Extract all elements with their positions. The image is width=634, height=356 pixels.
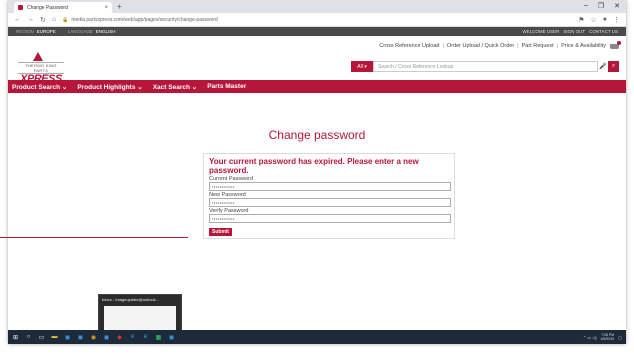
taskbar: ⊞ ○ ▭ ▬ ◼ ◼ ◉ ◼ ◆ e e ▦ ◼ ⌃ ▭ ◁) 7:08 PM… [8, 330, 626, 344]
outlook-icon[interactable]: ◼ [64, 334, 71, 341]
link-price-availability[interactable]: Price & Availability [561, 43, 606, 49]
browser-tab[interactable]: Change Password × [14, 2, 112, 13]
browser-window: Change Password × + – ❐ ✕ ← → ↻ ⌂ 🔒 medi… [8, 0, 626, 344]
url-text: media.partsxpress.com/web/app/pages/secu… [71, 16, 218, 23]
chrome-icon[interactable]: ◉ [90, 334, 97, 341]
change-password-form: Your current password has expired. Pleas… [203, 153, 455, 239]
language-selector[interactable]: ENGLISH [96, 29, 116, 34]
restore-icon[interactable]: ❐ [598, 2, 604, 10]
tab-title: Change Password [27, 4, 68, 11]
edge-icon[interactable]: e [129, 334, 136, 341]
forward-icon[interactable]: → [27, 16, 34, 23]
file-explorer-icon[interactable]: ▬ [51, 334, 58, 341]
reload-icon[interactable]: ↻ [40, 16, 46, 24]
nav-parts-master[interactable]: Parts Master [207, 83, 246, 90]
new-tab-button[interactable]: + [117, 2, 122, 11]
favicon-icon [18, 5, 23, 10]
profile-icon[interactable]: ● [603, 16, 607, 23]
language-label: LANGUAGE [67, 29, 93, 34]
sign-out-link[interactable]: SIGN OUT [563, 29, 585, 34]
region-selector[interactable]: EUROPE [37, 29, 56, 34]
page-title: Change password [268, 128, 366, 142]
app-icon[interactable]: ◼ [168, 334, 175, 341]
contact-link[interactable]: CONTACT US [589, 29, 618, 34]
tray-icons[interactable]: ⌃ ▭ ◁) [583, 335, 597, 340]
link-order-upload[interactable]: Order Upload / Quick Order [447, 43, 514, 49]
app-icon[interactable]: ◆ [116, 334, 123, 341]
logo-mark-icon [33, 42, 43, 61]
page-content: Change password Your current password ha… [8, 92, 626, 328]
utility-bar: REGION EUROPE LANGUAGE ENGLISH WELCOME U… [8, 27, 626, 36]
microphone-icon[interactable]: 🎤 [598, 61, 608, 72]
window-controls: – ❐ ✕ [584, 2, 620, 10]
tab-strip: Change Password × + – ❐ ✕ [8, 0, 626, 13]
bookmark-star-icon[interactable]: ☆ [590, 16, 596, 24]
search-icon: ⌕ [611, 63, 616, 69]
expired-message: Your current password has expired. Pleas… [209, 157, 419, 175]
search-icon[interactable]: ○ [25, 334, 32, 341]
annotation-line [0, 237, 188, 238]
address-bar: ← → ↻ ⌂ 🔒 media.partsxpress.com/web/app/… [8, 13, 626, 27]
app-icon[interactable]: ◼ [77, 334, 84, 341]
user-name: WELCOME USER [522, 29, 560, 34]
link-cross-reference-upload[interactable]: Cross Reference Upload [379, 43, 439, 49]
search-bar: All ▾ Search / Cross Reference Lookup 🎤 … [351, 61, 619, 72]
search-button[interactable]: ⌕ [608, 61, 619, 72]
minimize-icon[interactable]: – [584, 2, 588, 10]
close-tab-icon[interactable]: × [104, 5, 108, 11]
link-part-request[interactable]: Part Request [522, 43, 554, 49]
header-links: Cross Reference Upload | Order Upload / … [379, 43, 606, 49]
nav-xact-search[interactable]: Xact Search ⌄ [153, 83, 197, 91]
site-header: THERMO KING PARTS XPRESS Cross Reference… [8, 36, 626, 85]
extension-icon[interactable]: ⚑ [578, 16, 584, 24]
site-logo[interactable]: THERMO KING PARTS XPRESS [18, 42, 64, 85]
nav-product-highlights[interactable]: Product Highlights ⌄ [77, 83, 142, 91]
submit-button[interactable]: Submit [209, 228, 232, 236]
system-tray: ⌃ ▭ ◁) 7:08 PM 4/5/2019 ▢ [583, 333, 622, 341]
new-password-input[interactable]: •••••••••••• [209, 198, 451, 207]
app-icon[interactable]: ◼ [103, 334, 110, 341]
lock-icon: 🔒 [62, 16, 69, 23]
ie-icon[interactable]: e [142, 334, 149, 341]
close-window-icon[interactable]: ✕ [614, 2, 620, 10]
cart-icon[interactable] [610, 41, 621, 50]
menu-dots-icon[interactable]: ⋮ [613, 16, 620, 24]
url-field[interactable]: 🔒 media.partsxpress.com/web/app/pages/se… [62, 15, 572, 24]
region-label: REGION [16, 29, 34, 34]
verify-password-input[interactable]: •••••••••••• [209, 214, 451, 223]
app-icon[interactable]: ▦ [155, 334, 162, 341]
preview-title: Inbox - Imageupdate@outlook... [102, 297, 159, 302]
logo-name: XPRESS [20, 73, 62, 85]
search-category-select[interactable]: All ▾ [351, 61, 373, 72]
task-view-icon[interactable]: ▭ [38, 334, 45, 341]
notifications-icon[interactable]: ▢ [618, 335, 622, 340]
back-icon[interactable]: ← [14, 16, 21, 23]
clock[interactable]: 7:08 PM 4/5/2019 [601, 333, 615, 341]
home-icon[interactable]: ⌂ [52, 16, 56, 23]
windows-start-icon[interactable]: ⊞ [12, 334, 19, 341]
search-input[interactable]: Search / Cross Reference Lookup [373, 61, 598, 72]
current-password-input[interactable]: •••••••••••• [209, 182, 451, 191]
cart-badge [617, 41, 621, 45]
